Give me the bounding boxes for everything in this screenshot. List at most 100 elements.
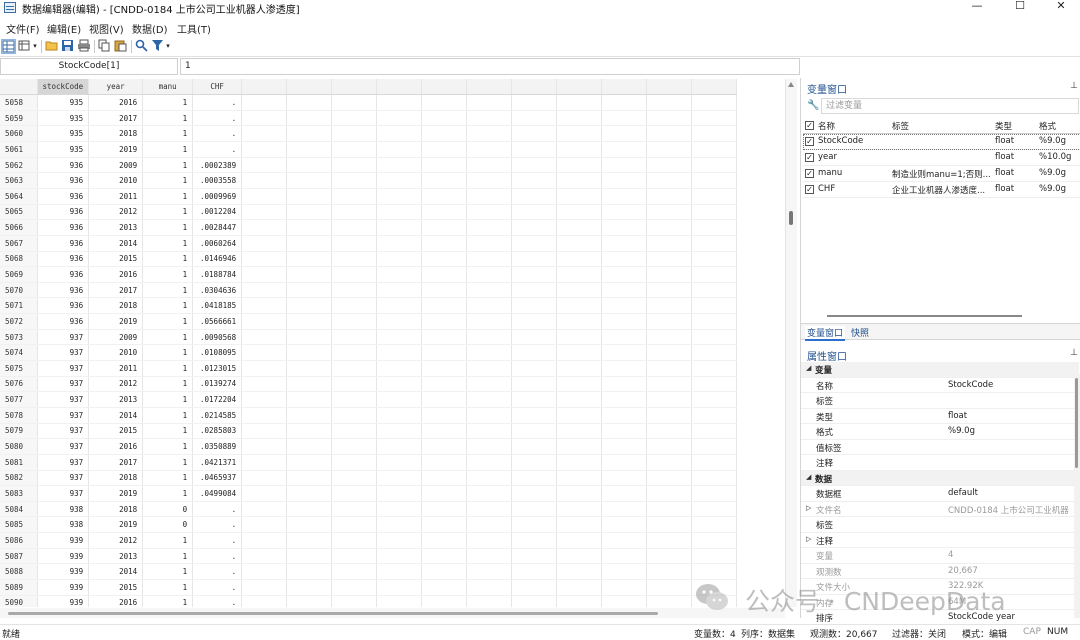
expand-triangle-icon[interactable]: ▷ [806,535,811,543]
empty-cell[interactable] [511,313,558,330]
table-row[interactable]: 5059 935 2017 1. [0,110,738,127]
empty-cell[interactable] [421,516,468,534]
empty-cell[interactable] [511,532,558,549]
empty-cell[interactable] [331,563,378,580]
empty-cell[interactable] [421,282,468,299]
find-icon[interactable] [134,39,149,54]
empty-cell[interactable] [421,235,468,252]
data-cell[interactable]: .0003558 [192,172,243,189]
empty-cell[interactable] [556,313,603,330]
empty-cell[interactable] [376,563,423,580]
empty-cell[interactable] [556,94,603,111]
empty-cell[interactable] [241,313,288,330]
table-row[interactable]: 5081 937 2017 1.0421371 [0,454,738,471]
empty-cell[interactable] [511,376,558,393]
data-cell[interactable]: 2018 [88,501,144,518]
empty-cell[interactable] [286,391,333,408]
data-cell[interactable]: 2011 [88,188,144,205]
empty-cell[interactable] [241,125,288,143]
empty-cell[interactable] [646,282,693,299]
empty-cell[interactable] [646,423,693,440]
empty-cell[interactable] [286,407,333,424]
empty-cell[interactable] [286,266,333,283]
empty-cell[interactable] [691,188,738,205]
empty-cell[interactable] [241,329,288,346]
empty-cell[interactable] [241,282,288,299]
collapse-triangle-icon[interactable]: ◢ [806,473,811,481]
empty-cell[interactable] [601,563,648,580]
empty-cell[interactable] [286,157,333,174]
empty-cell[interactable] [421,157,468,174]
empty-cell[interactable] [421,407,468,424]
data-cell[interactable]: 938 [37,516,90,534]
empty-cell[interactable] [331,235,378,252]
data-cell[interactable]: 2010 [88,344,144,362]
data-cell[interactable]: .0188784 [192,266,243,283]
empty-cell[interactable] [376,141,423,158]
data-cell[interactable]: 1 [142,297,194,315]
data-cell[interactable]: 1 [142,438,194,455]
empty-cell[interactable] [331,438,378,455]
empty-cell[interactable] [601,485,648,502]
filter-variables-input[interactable]: 过滤变量 [821,98,1079,114]
empty-cell[interactable] [646,297,693,315]
data-cell[interactable]: 935 [37,141,90,158]
data-cell[interactable]: . [192,141,243,158]
data-cell[interactable]: 2016 [88,94,144,111]
empty-cell[interactable] [241,141,288,158]
empty-cell[interactable] [286,94,333,111]
empty-cell[interactable] [646,188,693,205]
empty-cell[interactable] [331,172,378,189]
data-cell[interactable]: .0123015 [192,360,243,377]
data-cell[interactable]: 937 [37,485,90,502]
empty-cell[interactable] [466,282,513,299]
property-group-variable[interactable]: ◢ 变量 [801,362,1079,378]
empty-cell[interactable] [556,485,603,502]
empty-cell[interactable] [556,251,603,268]
empty-cell[interactable] [376,579,423,596]
empty-cell[interactable] [511,251,558,268]
pin-icon[interactable]: ⊥ [1070,81,1078,91]
data-cell[interactable]: .0421371 [192,454,243,471]
empty-cell[interactable] [286,501,333,518]
empty-cell[interactable] [556,548,603,565]
empty-cell[interactable] [421,110,468,127]
empty-cell[interactable] [646,532,693,549]
data-cell[interactable]: 2012 [88,532,144,549]
empty-cell[interactable] [556,501,603,518]
table-row[interactable]: 5090 939 2016 1. [0,595,738,607]
empty-cell[interactable] [331,188,378,205]
table-row[interactable]: 5075 937 2011 1.0123015 [0,360,738,377]
empty-cell[interactable] [466,329,513,346]
table-row[interactable]: 5079 937 2015 1.0285803 [0,423,738,440]
data-cell[interactable]: 1 [142,344,194,362]
empty-cell[interactable] [331,329,378,346]
empty-cell[interactable] [376,110,423,127]
data-cell[interactable]: .0285803 [192,423,243,440]
empty-cell[interactable] [376,485,423,502]
empty-cell[interactable] [241,438,288,455]
table-row[interactable]: 5082 937 2018 1.0465937 [0,470,738,487]
data-cell[interactable]: .0009969 [192,188,243,205]
empty-cell[interactable] [511,423,558,440]
empty-cell[interactable] [286,172,333,189]
empty-cell[interactable] [331,251,378,268]
empty-cell[interactable] [646,204,693,221]
empty-cell[interactable] [511,266,558,283]
data-cell[interactable]: 2013 [88,391,144,408]
empty-cell[interactable] [376,235,423,252]
empty-cell[interactable] [556,297,603,315]
empty-cell[interactable] [286,423,333,440]
table-row[interactable]: 5071 936 2018 1.0418185 [0,297,738,315]
empty-cell[interactable] [241,548,288,565]
data-cell[interactable]: 939 [37,595,90,607]
empty-cell[interactable] [691,219,738,236]
empty-cell[interactable] [331,501,378,518]
data-cell[interactable]: 936 [37,235,90,252]
variable-checkbox[interactable]: ✓ [805,137,814,146]
paste-icon[interactable] [113,39,128,54]
close-button[interactable]: ✕ [1044,0,1078,14]
minimize-button[interactable]: — [960,0,994,14]
data-cell[interactable]: .0146946 [192,251,243,268]
data-cell[interactable]: 937 [37,470,90,487]
